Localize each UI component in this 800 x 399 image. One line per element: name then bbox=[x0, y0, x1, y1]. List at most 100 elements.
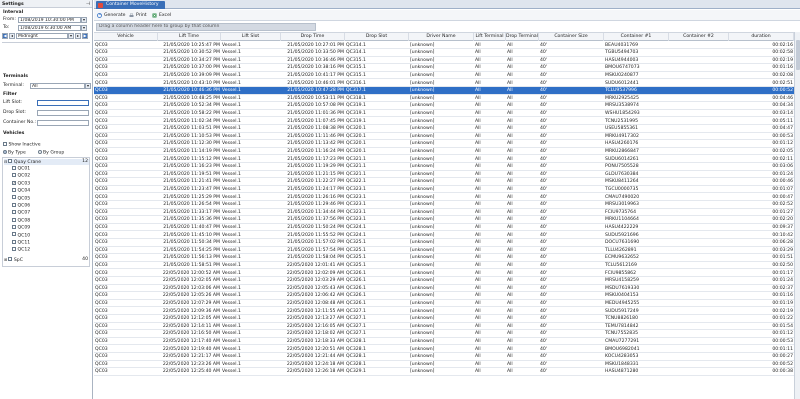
table-row[interactable]: QC03 22/05/2020 12:12:05 AM Vessel.1 22/05/… bbox=[94, 315, 794, 323]
table-row[interactable]: QC03 21/05/2020 10:48:25 PM Vessel.1 21/05/… bbox=[94, 95, 794, 103]
container-no-input[interactable] bbox=[37, 120, 89, 126]
table-row[interactable]: QC03 21/05/2020 10:52:34 PM Vessel.1 21/05/… bbox=[94, 102, 794, 110]
column-header-drop-time[interactable]: Drop Time bbox=[281, 33, 345, 41]
table-row[interactable]: QC03 22/05/2020 12:21:17 AM Vessel.1 22/05/… bbox=[94, 353, 794, 361]
tree-group-quay-crane[interactable]: ⊟ Quay Crane 12 bbox=[4, 159, 89, 166]
terminal-dropdown-button[interactable]: ▾ bbox=[85, 83, 91, 89]
tree-item-qc12[interactable]: QC12 bbox=[12, 247, 30, 253]
table-row[interactable]: QC03 21/05/2020 11:56:13 PM Vessel.1 21/05/… bbox=[94, 254, 794, 262]
table-row[interactable]: QC03 21/05/2020 11:25:29 PM Vessel.1 21/05/… bbox=[94, 194, 794, 202]
table-row[interactable]: QC03 21/05/2020 11:40:47 PM Vessel.1 21/05/… bbox=[94, 224, 794, 232]
column-header-lift-slot[interactable]: Lift Slot bbox=[221, 33, 281, 41]
to-dropdown-button[interactable]: ▾ bbox=[81, 25, 87, 31]
table-row[interactable]: QC03 21/05/2020 11:23:47 PM Vessel.1 21/05/… bbox=[94, 186, 794, 194]
checkbox[interactable] bbox=[12, 202, 16, 207]
table-row[interactable]: QC03 21/05/2020 11:10:53 PM Vessel.1 21/05/… bbox=[94, 133, 794, 141]
from-datetime-input[interactable]: 1/08/2019 10:30:00 PM bbox=[18, 17, 81, 23]
tree-item-qc07[interactable]: QC07 bbox=[12, 210, 30, 216]
table-row[interactable]: QC03 22/05/2020 12:02:05 AM Vessel.1 22/05/… bbox=[94, 277, 794, 285]
column-header-container-1[interactable]: Container #1 bbox=[604, 33, 669, 41]
column-header-duration[interactable]: duration bbox=[729, 33, 794, 41]
table-row[interactable]: QC03 21/05/2020 11:16:23 PM Vessel.1 21/05/… bbox=[94, 163, 794, 171]
pin-icon[interactable]: ⊣ bbox=[85, 1, 91, 7]
shift-dropdown-button[interactable]: ▾ bbox=[68, 33, 74, 39]
table-row[interactable]: QC03 21/05/2020 11:02:34 PM Vessel.1 21/05/… bbox=[94, 118, 794, 126]
tree-group-spc[interactable]: ⊞ SpC 40 bbox=[4, 257, 89, 263]
checkbox[interactable] bbox=[12, 210, 16, 215]
table-row[interactable]: QC03 21/05/2020 11:54:25 PM Vessel.1 21/05/… bbox=[94, 247, 794, 255]
table-row[interactable]: QC03 21/05/2020 11:33:17 PM Vessel.1 21/05/… bbox=[94, 209, 794, 217]
tree-item-qc03[interactable]: ✓ QC03 bbox=[12, 180, 30, 187]
table-row[interactable]: QC03 21/05/2020 11:50:34 PM Vessel.1 21/05/… bbox=[94, 239, 794, 247]
table-row[interactable]: QC03 22/05/2020 12:23:26 AM Vessel.1 22/05/… bbox=[94, 361, 794, 369]
expand-icon[interactable]: ⊞ bbox=[4, 257, 7, 262]
checkbox[interactable] bbox=[12, 187, 16, 192]
table-row[interactable]: QC03 22/05/2020 12:07:29 AM Vessel.1 22/05/… bbox=[94, 300, 794, 308]
tree-item-qc02[interactable]: QC02 bbox=[12, 173, 30, 179]
group-by-panel[interactable]: Drag a column header here to group by th… bbox=[96, 22, 316, 31]
table-row[interactable]: QC03 21/05/2020 11:45:10 PM Vessel.1 21/05/… bbox=[94, 232, 794, 240]
column-header-vehicle[interactable]: Vehicle bbox=[94, 33, 158, 41]
collapse-icon[interactable]: ⊟ bbox=[4, 159, 7, 164]
table-row[interactable]: QC03 22/05/2020 12:05:26 AM Vessel.1 22/05/… bbox=[94, 292, 794, 300]
tree-item-qc05[interactable]: QC05 bbox=[12, 195, 30, 202]
checkbox[interactable] bbox=[12, 173, 16, 178]
table-row[interactable]: QC03 21/05/2020 11:35:36 PM Vessel.1 21/05/… bbox=[94, 216, 794, 224]
to-datetime-input[interactable]: 1/08/2019 6:30:00 AM bbox=[18, 25, 81, 31]
table-row[interactable]: QC03 21/05/2020 10:43:10 PM Vessel.1 21/05/… bbox=[94, 80, 794, 88]
table-row[interactable]: QC03 21/05/2020 10:30:52 PM Vessel.1 21/05/… bbox=[94, 49, 794, 57]
table-row[interactable]: QC03 21/05/2020 11:15:12 PM Vessel.1 21/05/… bbox=[94, 156, 794, 164]
table-row[interactable]: QC03 21/05/2020 11:12:30 PM Vessel.1 21/05/… bbox=[94, 140, 794, 148]
table-row[interactable]: QC03 22/05/2020 12:09:36 AM Vessel.1 22/05/… bbox=[94, 308, 794, 316]
column-header-driver-name[interactable]: Driver Name bbox=[409, 33, 474, 41]
tree-item-qc10[interactable]: QC10 bbox=[12, 232, 30, 239]
table-row[interactable]: QC03 21/05/2020 11:21:41 PM Vessel.1 21/05/… bbox=[94, 178, 794, 186]
vertical-scrollbar[interactable] bbox=[794, 32, 800, 399]
table-row[interactable]: QC03 22/05/2020 12:00:52 AM Vessel.1 22/05/… bbox=[94, 270, 794, 278]
table-row[interactable]: QC03 21/05/2020 10:58:22 PM Vessel.1 21/05/… bbox=[94, 110, 794, 118]
table-row[interactable]: QC03 22/05/2020 12:03:06 AM Vessel.1 22/05/… bbox=[94, 285, 794, 293]
table-row[interactable]: QC03 22/05/2020 12:16:50 AM Vessel.1 22/05/… bbox=[94, 330, 794, 338]
tree-item-qc04[interactable]: QC04 bbox=[12, 187, 30, 194]
table-row[interactable]: QC03 21/05/2020 10:34:27 PM Vessel.1 21/05/… bbox=[94, 57, 794, 65]
by-type-radio[interactable]: By Type bbox=[3, 150, 26, 157]
column-header-container-2[interactable]: Container #2 bbox=[669, 33, 729, 41]
table-row[interactable]: QC03 22/05/2020 12:19:40 AM Vessel.1 22/05/… bbox=[94, 346, 794, 354]
generate-button[interactable]: Generate bbox=[97, 12, 125, 20]
drop-slot-input[interactable] bbox=[37, 110, 89, 116]
tree-item-qc01[interactable]: QC01 bbox=[12, 165, 30, 172]
tree-item-qc08[interactable]: QC08 bbox=[12, 217, 30, 224]
excel-button[interactable]: Excel bbox=[152, 12, 171, 20]
table-row[interactable]: QC03 22/05/2020 12:25:40 AM Vessel.1 22/05/… bbox=[94, 368, 794, 376]
shift-select[interactable]: Midnight bbox=[16, 33, 68, 39]
checkbox[interactable] bbox=[12, 247, 16, 252]
table-row[interactable]: QC03 21/05/2020 11:58:51 PM Vessel.1 22/05/… bbox=[94, 262, 794, 270]
terminal-select[interactable]: All bbox=[30, 83, 85, 89]
tree-item-qc06[interactable]: QC06 bbox=[12, 202, 30, 209]
lift-slot-input[interactable] bbox=[37, 100, 89, 106]
table-row[interactable]: QC03 22/05/2020 12:17:40 AM Vessel.1 22/05/… bbox=[94, 338, 794, 346]
table-row[interactable]: QC03 21/05/2020 10:25:47 PM Vessel.1 21/05/… bbox=[94, 42, 794, 50]
show-inactive-checkbox[interactable]: Show Inactive bbox=[3, 141, 41, 149]
tree-item-qc11[interactable]: QC11 bbox=[12, 239, 30, 246]
column-header-drop-slot[interactable]: Drop Slot bbox=[345, 33, 409, 41]
table-row[interactable]: QC03 21/05/2020 11:19:51 PM Vessel.1 21/05/… bbox=[94, 171, 794, 179]
last-period-button[interactable]: ▶ bbox=[82, 33, 88, 39]
checkbox[interactable] bbox=[12, 232, 16, 237]
next-period-button[interactable]: ▸ bbox=[75, 33, 81, 39]
table-row[interactable]: QC03 21/05/2020 10:37:00 PM Vessel.1 21/05/… bbox=[94, 64, 794, 72]
column-header-lift-time[interactable]: Lift Time bbox=[158, 33, 221, 41]
checkbox[interactable] bbox=[12, 224, 16, 229]
table-row[interactable]: QC03 21/05/2020 11:03:51 PM Vessel.1 21/05/… bbox=[94, 125, 794, 133]
table-row[interactable]: QC03 21/05/2020 11:14:19 PM Vessel.1 21/05/… bbox=[94, 148, 794, 156]
column-header-container-size[interactable]: Container Size bbox=[539, 33, 604, 41]
prev-period-button[interactable]: ◂ bbox=[9, 33, 15, 39]
checkbox[interactable]: ✓ bbox=[12, 180, 16, 185]
table-row[interactable]: QC03 21/05/2020 10:39:09 PM Vessel.1 21/05/… bbox=[94, 72, 794, 80]
tree-item-qc09[interactable]: QC09 bbox=[12, 224, 30, 231]
table-row[interactable]: QC03 21/05/2020 11:26:54 PM Vessel.1 21/05/… bbox=[94, 201, 794, 209]
checkbox[interactable] bbox=[12, 165, 16, 170]
column-header-drop-terminal[interactable]: Drop Terminal bbox=[506, 33, 539, 41]
table-row[interactable]: QC03 22/05/2020 12:14:11 AM Vessel.1 22/05/… bbox=[94, 323, 794, 331]
checkbox[interactable] bbox=[12, 217, 16, 222]
